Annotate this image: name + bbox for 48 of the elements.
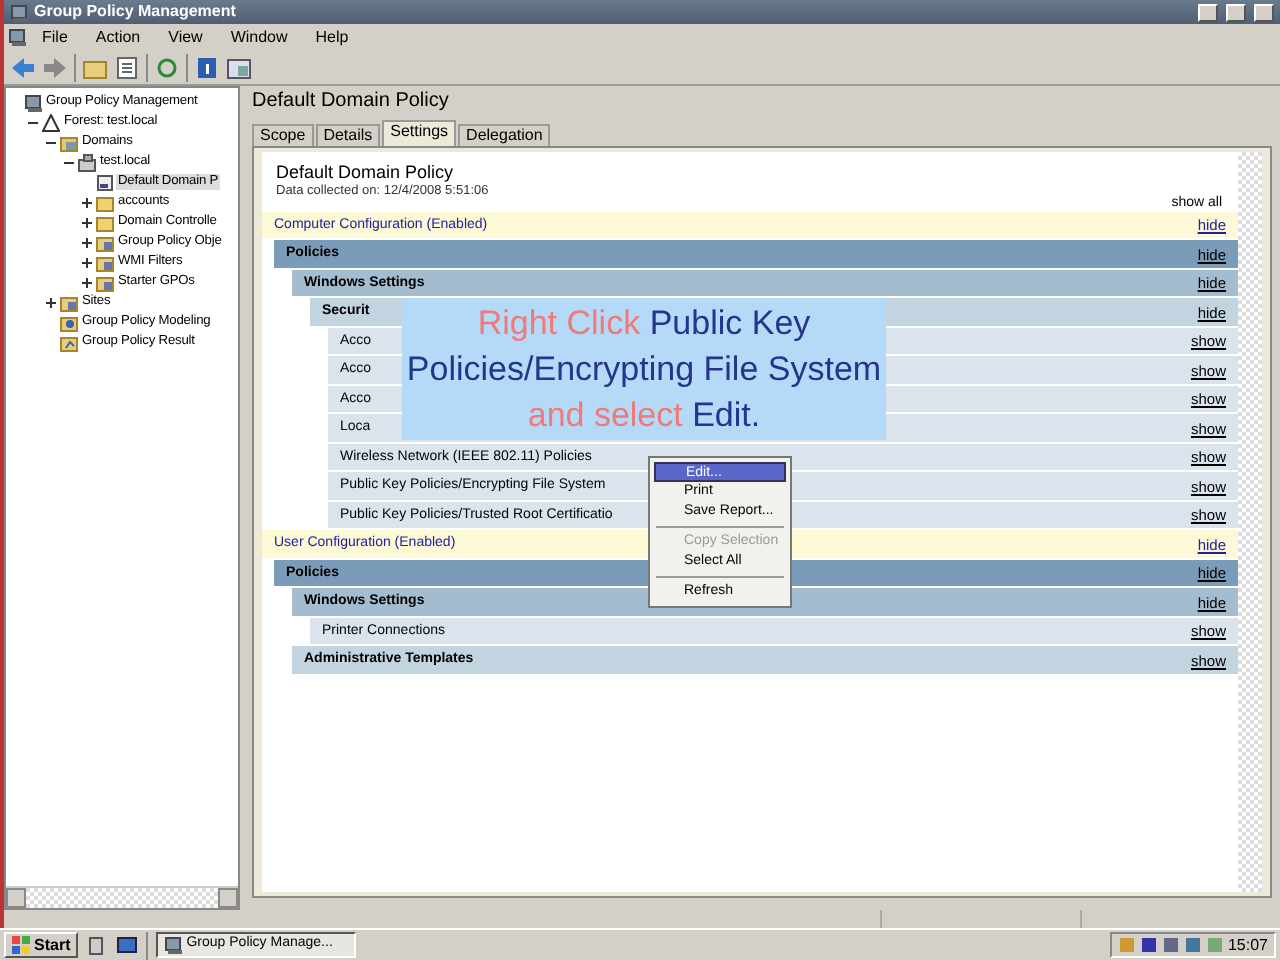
server-icon [78, 153, 96, 171]
tree-icon [42, 113, 60, 131]
app-menu-icon[interactable] [8, 28, 26, 46]
window-title: Group Policy Management [34, 2, 236, 22]
horizontal-scrollbar[interactable] [6, 886, 238, 908]
expand-icon[interactable] [80, 275, 94, 289]
pane-title: Default Domain Policy [252, 90, 451, 116]
callout-text: Right Click Public Key Policies/Encrypting File System and select Edit. [402, 298, 886, 440]
folder-icon [60, 133, 78, 151]
console-icon [164, 936, 183, 954]
expand-icon[interactable] [80, 235, 94, 249]
console-icon [24, 93, 42, 111]
vertical-scrollbar[interactable] [1238, 152, 1262, 892]
results-icon [60, 333, 78, 351]
folder-icon [96, 253, 114, 271]
folder-icon [96, 273, 114, 291]
desktop-icon[interactable] [116, 935, 139, 955]
report-title: Default Domain Policy [274, 162, 456, 184]
help-icon[interactable] [194, 55, 220, 79]
expand-icon[interactable] [44, 295, 58, 309]
server-manager-icon[interactable] [86, 935, 109, 955]
menu-item[interactable]: View [156, 27, 215, 47]
clock: 15:07 [1227, 935, 1268, 955]
close-button[interactable] [1254, 3, 1274, 21]
document-icon [96, 173, 114, 191]
maximize-button[interactable] [1226, 3, 1246, 21]
minimize-button[interactable] [1198, 3, 1218, 21]
menu-item[interactable]: Window [218, 27, 300, 47]
tab[interactable]: Delegation [458, 124, 551, 146]
folder-icon [60, 293, 78, 311]
expand-icon[interactable] [80, 195, 94, 209]
expand-icon[interactable] [80, 215, 94, 229]
start-button[interactable]: Start [4, 932, 79, 958]
menu-item[interactable]: Help [303, 27, 361, 47]
windows-logo-icon [12, 936, 30, 954]
modeling-icon [60, 313, 78, 331]
menu-item[interactable]: File [30, 27, 80, 47]
console-icon[interactable] [226, 55, 252, 79]
tab[interactable]: Settings [382, 120, 457, 146]
tab[interactable]: Scope [252, 124, 314, 146]
folder-icon [96, 233, 114, 251]
tab[interactable]: Details [315, 124, 381, 146]
properties-icon[interactable] [114, 55, 140, 79]
app-icon [10, 3, 28, 22]
menu-item[interactable]: Action [83, 27, 153, 47]
expand-icon[interactable] [80, 255, 94, 269]
back-icon[interactable] [10, 55, 36, 79]
refresh-icon[interactable] [154, 55, 180, 79]
